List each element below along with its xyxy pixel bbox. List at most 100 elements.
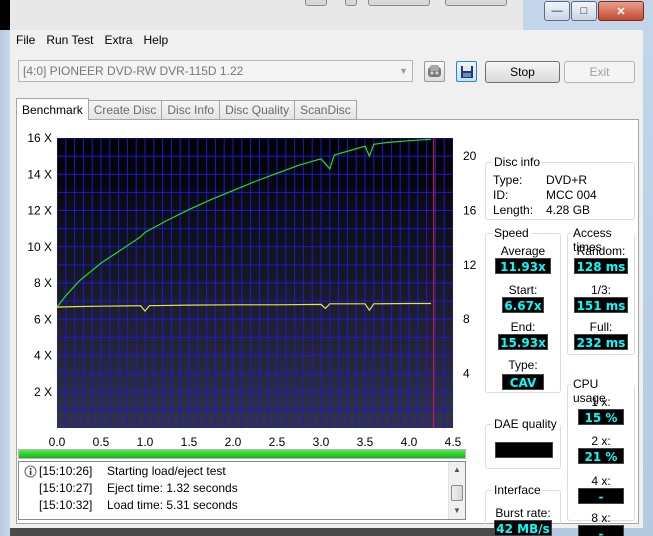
full-value: 232 ms bbox=[574, 334, 628, 350]
drive-select[interactable]: [4:0] PIONEER DVD-RW DVR-115D 1.22 ▼ bbox=[18, 60, 413, 82]
tab-create-disc[interactable]: Create Disc bbox=[87, 100, 163, 120]
y-left-tick-label: 6 X bbox=[34, 312, 52, 326]
app-window: File Run Test Extra Help [4:0] PIONEER D… bbox=[10, 30, 643, 536]
speed-type-value: CAV bbox=[502, 374, 544, 390]
cpu-2x-label: 2 x: bbox=[591, 434, 611, 448]
tab-disc-info[interactable]: Disc Info bbox=[161, 100, 221, 120]
scroll-down-icon[interactable]: ▼ bbox=[449, 503, 465, 519]
y-left-tick-label: 16 X bbox=[27, 131, 52, 145]
x-tick-label: 1.0 bbox=[137, 435, 154, 449]
disc-id-label: ID: bbox=[493, 188, 509, 202]
minimize-icon[interactable]: — bbox=[544, 1, 570, 21]
y-left-tick-label: 14 X bbox=[27, 167, 52, 181]
log-message: Starting load/eject test bbox=[107, 464, 226, 478]
random-value: 128 ms bbox=[574, 258, 628, 274]
cpu-1x-label: 1 x: bbox=[591, 395, 611, 409]
background-button bbox=[368, 0, 430, 6]
one-third-label: 1/3: bbox=[590, 283, 611, 297]
full-label: Full: bbox=[589, 320, 613, 334]
y-left-tick-label: 10 X bbox=[27, 240, 52, 254]
x-tick-label: 3.5 bbox=[357, 435, 374, 449]
menu-run-test[interactable]: Run Test bbox=[40, 30, 98, 50]
eject-icon bbox=[428, 65, 441, 77]
dae-quality-group: DAE quality bbox=[485, 417, 561, 469]
access-times-group: Access times Random: 128 ms 1/3: 151 ms … bbox=[567, 226, 635, 355]
tab-benchmark[interactable]: Benchmark bbox=[16, 98, 89, 120]
eject-button[interactable] bbox=[424, 61, 445, 82]
background-button bbox=[445, 0, 507, 6]
interface-title: Interface bbox=[492, 483, 543, 497]
scroll-thumb[interactable] bbox=[451, 485, 463, 501]
log-message: Load time: 5.31 seconds bbox=[107, 498, 238, 512]
disc-info-title: Disc info bbox=[492, 155, 543, 169]
x-tick-label: 2.5 bbox=[269, 435, 286, 449]
tab-scandisc[interactable]: ScanDisc bbox=[294, 100, 357, 120]
random-label: Random: bbox=[576, 244, 626, 258]
close-icon[interactable]: ✕ bbox=[598, 1, 644, 21]
x-tick-label: 0.5 bbox=[93, 435, 110, 449]
background-window bbox=[0, 0, 525, 30]
log-message: Eject time: 1.32 seconds bbox=[107, 481, 238, 495]
y-left-tick-label: 12 X bbox=[27, 204, 52, 218]
cpu-8x-label: 8 x: bbox=[591, 511, 611, 525]
save-button[interactable] bbox=[456, 61, 477, 82]
window-frame-left bbox=[0, 30, 10, 536]
cpu-1x-value: 15 % bbox=[578, 409, 624, 425]
end-value: 15.93x bbox=[498, 334, 548, 350]
x-tick-label: 3.0 bbox=[313, 435, 330, 449]
disc-info-group: Disc info Type: DVD+R ID: MCC 004 Length… bbox=[485, 155, 635, 220]
menu-bar: File Run Test Extra Help bbox=[10, 30, 173, 50]
save-icon bbox=[460, 65, 473, 78]
menu-help[interactable]: Help bbox=[138, 30, 174, 50]
maximize-icon[interactable]: □ bbox=[571, 1, 597, 21]
y-left-tick-label: 8 X bbox=[34, 276, 52, 290]
x-tick-label: 0.0 bbox=[49, 435, 66, 449]
progress-fill bbox=[19, 450, 465, 458]
chevron-down-icon: ▼ bbox=[399, 66, 408, 76]
log-time: [15:10:32] bbox=[39, 498, 93, 512]
menu-extra[interactable]: Extra bbox=[98, 30, 137, 50]
menu-file[interactable]: File bbox=[10, 30, 40, 50]
log-entry: [15:10:27] Eject time: 1.32 seconds bbox=[19, 480, 449, 497]
disc-length-value: 4.28 GB bbox=[546, 203, 591, 217]
y-right-tick-label: 4 bbox=[463, 367, 470, 381]
y-right-tick-label: 20 bbox=[463, 149, 477, 163]
burst-rate-value: 42 MB/s bbox=[494, 520, 552, 536]
start-label: Start: bbox=[508, 283, 538, 297]
y-left-tick-label: 2 X bbox=[34, 385, 52, 399]
log-entry: [15:10:26] Starting load/eject test bbox=[19, 463, 449, 480]
drive-select-value: [4:0] PIONEER DVD-RW DVR-115D 1.22 bbox=[23, 64, 244, 78]
log-scrollbar[interactable]: ▲ ▼ bbox=[448, 462, 465, 519]
disc-id-value: MCC 004 bbox=[546, 188, 597, 202]
start-value: 6.67x bbox=[502, 297, 544, 313]
tab-disc-quality[interactable]: Disc Quality bbox=[219, 100, 296, 120]
y-right-tick-label: 16 bbox=[463, 203, 477, 217]
y-right-tick-label: 12 bbox=[463, 258, 477, 272]
average-label: Average bbox=[500, 244, 546, 258]
benchmark-chart: 0.0 0.5 1.0 1.5 2.0 2.5 3.0 3.5 4.0 4.5 2 X 4 X 6 X 8… bbox=[27, 131, 477, 449]
info-icon bbox=[24, 465, 37, 478]
cpu-4x-label: 4 x: bbox=[591, 474, 611, 488]
log-entry: [15:10:32] Load time: 5.31 seconds bbox=[19, 497, 449, 514]
scroll-up-icon[interactable]: ▲ bbox=[449, 462, 465, 478]
log-list[interactable]: [15:10:26] Starting load/eject test [15:… bbox=[18, 461, 466, 520]
disc-type-label: Type: bbox=[493, 173, 523, 187]
x-tick-label: 1.5 bbox=[181, 435, 198, 449]
exit-button[interactable]: Exit bbox=[564, 61, 635, 83]
x-tick-label: 4.0 bbox=[401, 435, 418, 449]
y-left-tick-label: 4 X bbox=[34, 349, 52, 363]
one-third-value: 151 ms bbox=[574, 297, 628, 313]
disc-type-value: DVD+R bbox=[546, 173, 588, 187]
speed-title: Speed bbox=[492, 226, 531, 240]
cpu-8x-value: - bbox=[578, 525, 624, 536]
cpu-4x-value: - bbox=[578, 488, 624, 504]
dae-quality-value bbox=[495, 442, 553, 458]
cpu-2x-value: 21 % bbox=[578, 448, 624, 464]
y-right-tick-label: 8 bbox=[463, 312, 470, 326]
x-tick-label: 2.0 bbox=[225, 435, 242, 449]
dae-quality-title: DAE quality bbox=[492, 417, 559, 431]
x-tick-label: 4.5 bbox=[445, 435, 462, 449]
speed-group: Speed Average 11.93x Start: 6.67x End: 1… bbox=[485, 226, 561, 393]
stop-button[interactable]: Stop bbox=[485, 61, 560, 83]
cpu-usage-group: CPU usage 1 x: 15 % 2 x: 21 % 4 x: - 8 x… bbox=[567, 377, 635, 536]
